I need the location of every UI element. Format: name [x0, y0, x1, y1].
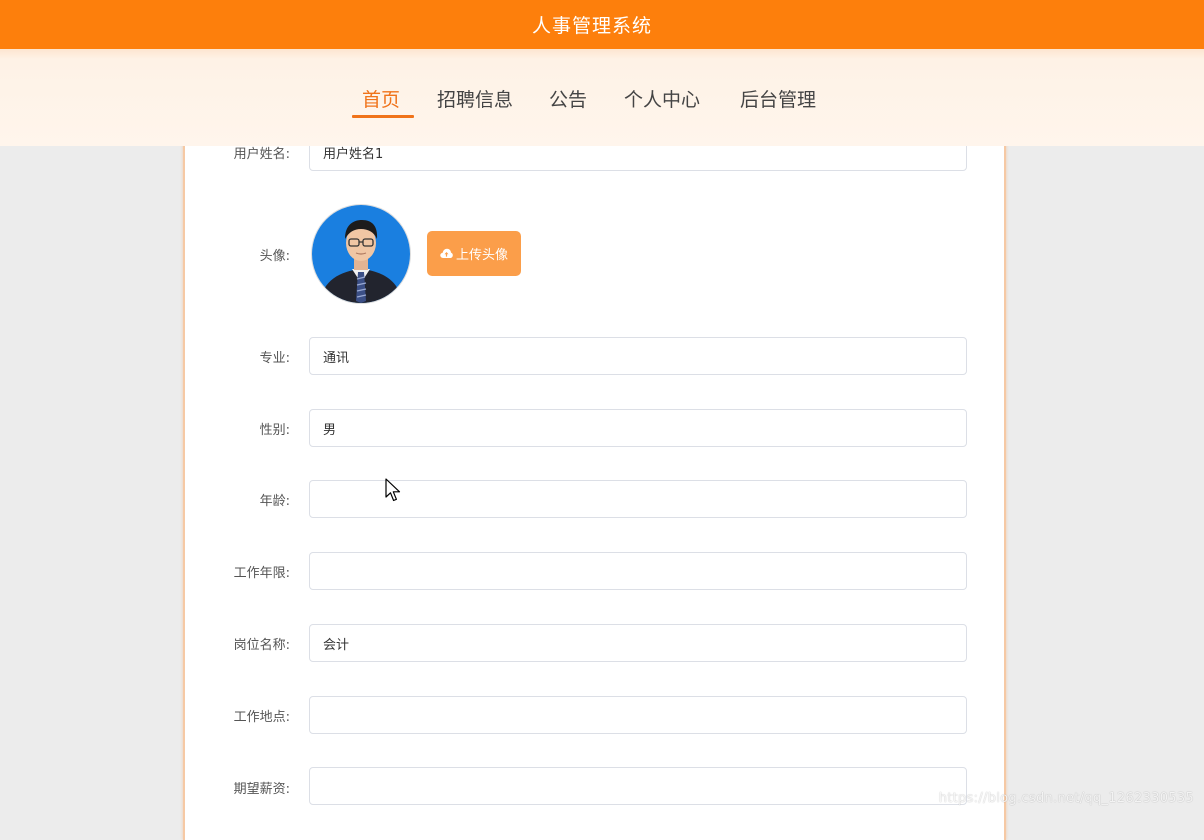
cloud-upload-icon [440, 248, 453, 258]
watermark: https://blog.csdn.net/qq_1262330535 [938, 791, 1194, 806]
nav-item-home[interactable]: 首页 [362, 85, 400, 112]
position-label: 岗位名称: [233, 638, 290, 653]
nav-item-announcement[interactable]: 公告 [549, 85, 587, 112]
salary-input[interactable] [309, 767, 967, 805]
avatar [312, 205, 410, 303]
location-label: 工作地点: [233, 710, 290, 725]
gender-label: 性别: [259, 423, 290, 438]
work-years-input[interactable] [309, 552, 967, 590]
position-input[interactable] [309, 624, 967, 662]
upload-avatar-button[interactable]: 上传头像 [427, 231, 521, 276]
header-bar: 人事管理系统 [0, 0, 1204, 49]
location-input[interactable] [309, 696, 967, 734]
nav-item-personal-center[interactable]: 个人中心 [624, 85, 700, 112]
mouse-pointer-icon [385, 478, 403, 507]
major-input[interactable] [309, 337, 967, 375]
nav-active-indicator [352, 115, 414, 118]
main-nav: 首页 招聘信息 公告 个人中心 后台管理 [0, 49, 1204, 146]
nav-item-admin[interactable]: 后台管理 [740, 85, 816, 112]
salary-label: 期望薪资: [233, 782, 290, 797]
age-input[interactable] [309, 480, 967, 518]
upload-button-label: 上传头像 [455, 248, 508, 263]
nav-item-recruitment[interactable]: 招聘信息 [437, 85, 513, 112]
work-years-label: 工作年限: [233, 566, 290, 581]
age-label: 年龄: [259, 494, 290, 509]
gender-input[interactable] [309, 409, 967, 447]
app-title: 人事管理系统 [531, 15, 652, 37]
major-label: 专业: [259, 351, 290, 366]
avatar-portrait-icon [312, 205, 410, 303]
avatar-label: 头像: [259, 249, 290, 264]
